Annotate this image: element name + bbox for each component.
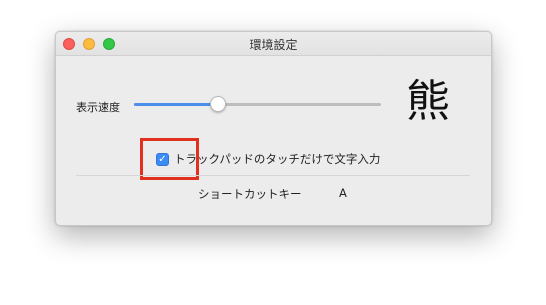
slider-fill	[134, 103, 218, 106]
title-bar: 環境設定	[56, 32, 491, 56]
display-speed-label: 表示速度	[76, 101, 120, 114]
window-title: 環境設定	[249, 38, 298, 52]
preferences-window: 環境設定 表示速度 熊 ✓ トラックパッドのタッチだけで文字入力 ショートカット…	[55, 31, 492, 226]
slider-knob[interactable]	[209, 96, 226, 112]
highlight-annotation-box	[140, 138, 199, 180]
shortcut-key-value[interactable]: A	[339, 186, 347, 200]
shortcut-key-label: ショートカットキー	[198, 187, 302, 201]
trackpad-option-label[interactable]: トラックパッドのタッチだけで文字入力	[174, 151, 380, 167]
display-speed-slider[interactable]	[134, 96, 381, 112]
preview-character: 熊	[406, 76, 450, 127]
divider	[76, 175, 470, 176]
